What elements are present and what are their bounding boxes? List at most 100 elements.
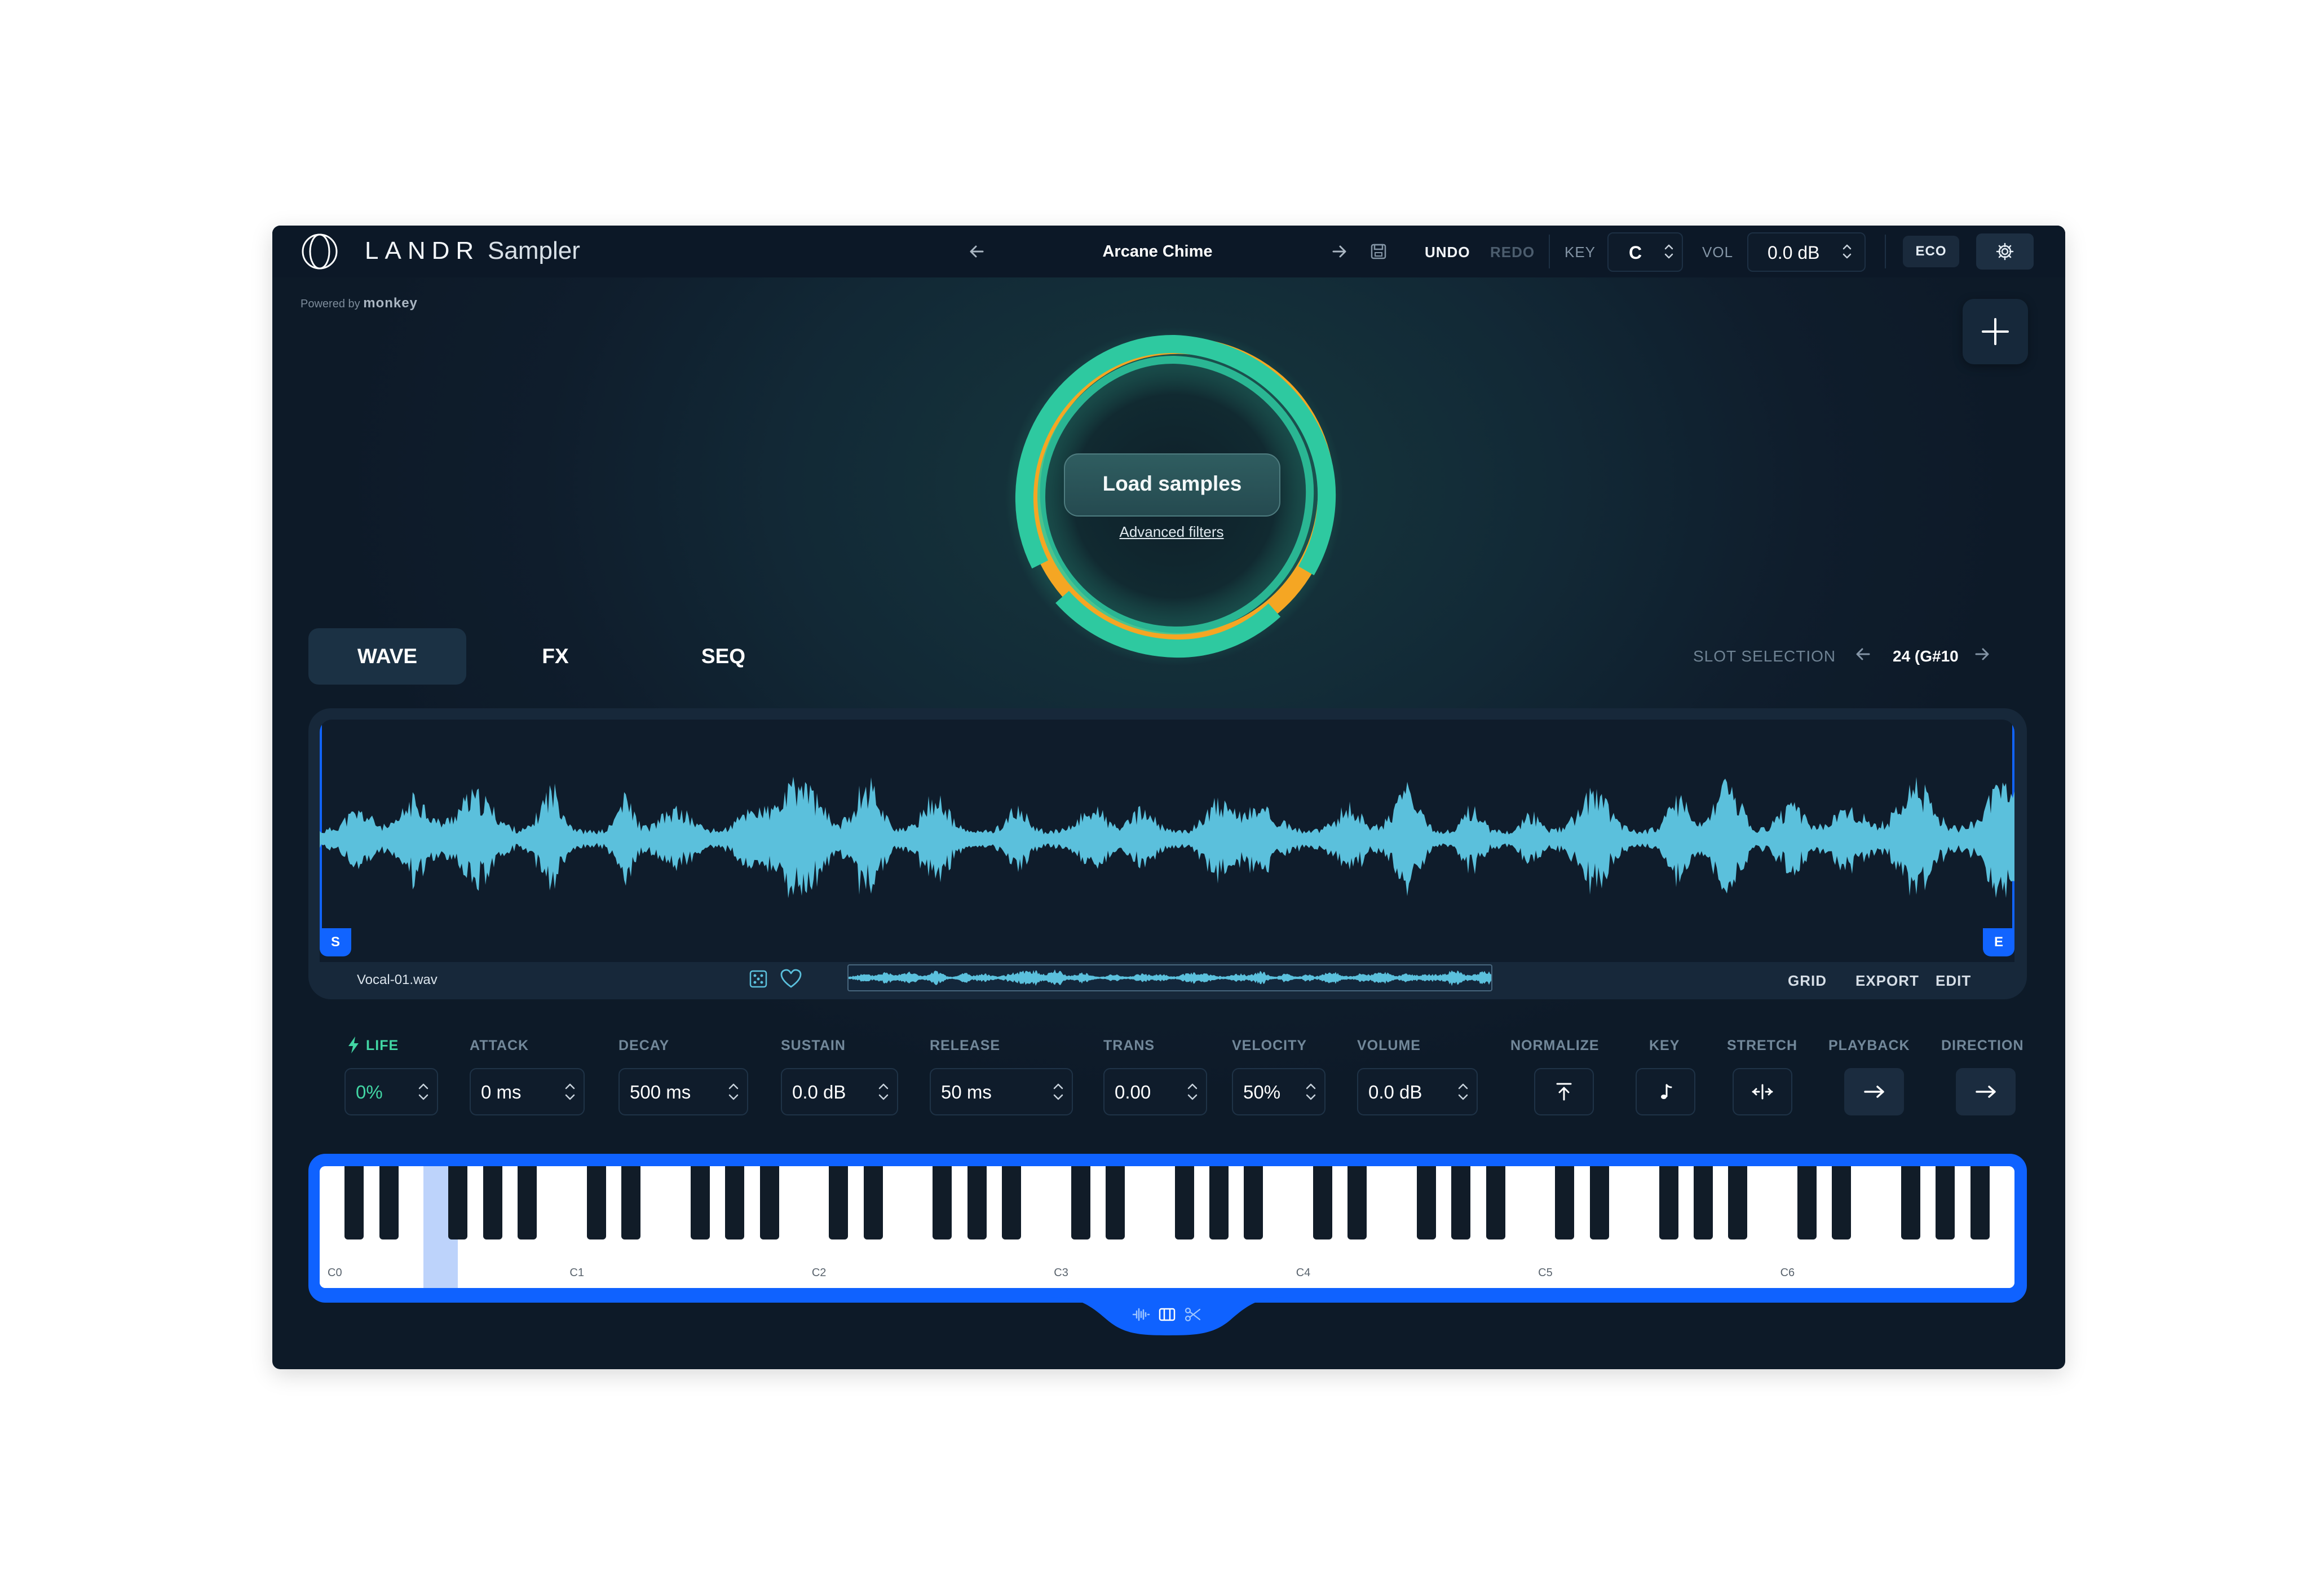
- slot-value[interactable]: 24 (G#10: [1893, 647, 1959, 665]
- tab-seq[interactable]: SEQ: [644, 628, 802, 685]
- topbar-divider: [1549, 235, 1550, 268]
- black-key[interactable]: [864, 1166, 883, 1239]
- tab-fx[interactable]: FX: [476, 628, 634, 685]
- black-key[interactable]: [1244, 1166, 1263, 1239]
- scissors-icon[interactable]: [1183, 1306, 1203, 1323]
- playback-toggle[interactable]: [1844, 1068, 1904, 1115]
- key-value: C: [1629, 242, 1642, 263]
- redo-button[interactable]: REDO: [1490, 244, 1535, 261]
- black-key[interactable]: [379, 1166, 399, 1239]
- black-key[interactable]: [344, 1166, 364, 1239]
- slot-prev-arrow-icon[interactable]: [1851, 642, 1876, 667]
- piano-keyboard[interactable]: C0C1C2C3C4C5C6: [320, 1166, 2014, 1288]
- playback-label: PLAYBACK: [1828, 1038, 1910, 1054]
- black-key[interactable]: [1694, 1166, 1713, 1239]
- black-key[interactable]: [967, 1166, 987, 1239]
- undo-button[interactable]: UNDO: [1425, 244, 1470, 261]
- release-spinner-icon[interactable]: [1051, 1080, 1065, 1103]
- load-samples-button[interactable]: Load samples: [1064, 453, 1280, 517]
- attack-field[interactable]: 0 ms: [470, 1068, 585, 1115]
- black-key[interactable]: [587, 1166, 606, 1239]
- black-key[interactable]: [1417, 1166, 1436, 1239]
- end-marker[interactable]: E: [1983, 928, 2014, 956]
- black-key[interactable]: [621, 1166, 640, 1239]
- waveform-display[interactable]: [320, 720, 2014, 962]
- velocity-field[interactable]: 50%: [1232, 1068, 1326, 1115]
- release-field[interactable]: 50 ms: [930, 1068, 1073, 1115]
- edit-button[interactable]: EDIT: [1936, 972, 1971, 990]
- black-key[interactable]: [1106, 1166, 1125, 1239]
- heart-icon[interactable]: [780, 969, 802, 989]
- start-marker[interactable]: S: [320, 928, 351, 956]
- black-key[interactable]: [1936, 1166, 1955, 1239]
- normalize-toggle[interactable]: [1534, 1068, 1594, 1115]
- landr-logo-icon: [301, 232, 339, 271]
- black-key[interactable]: [1071, 1166, 1090, 1239]
- tab-wave[interactable]: WAVE: [308, 628, 466, 685]
- black-key[interactable]: [1901, 1166, 1920, 1239]
- black-key[interactable]: [760, 1166, 779, 1239]
- keyboard-mode-icon[interactable]: [1157, 1306, 1177, 1323]
- black-key[interactable]: [933, 1166, 952, 1239]
- black-key[interactable]: [1970, 1166, 1990, 1239]
- black-key[interactable]: [1313, 1166, 1332, 1239]
- sustain-field[interactable]: 0.0 dB: [781, 1068, 898, 1115]
- vol-spinner-icon[interactable]: [1841, 241, 1853, 262]
- preset-prev-arrow-icon[interactable]: [965, 239, 989, 264]
- black-key[interactable]: [1451, 1166, 1470, 1239]
- monkey-brand: monkey: [363, 295, 418, 311]
- black-key[interactable]: [448, 1166, 467, 1239]
- settings-button[interactable]: [1976, 233, 2034, 270]
- black-key[interactable]: [1347, 1166, 1367, 1239]
- black-key[interactable]: [1002, 1166, 1021, 1239]
- attack-spinner-icon[interactable]: [563, 1080, 577, 1103]
- black-key[interactable]: [1555, 1166, 1574, 1239]
- black-key[interactable]: [829, 1166, 848, 1239]
- black-key[interactable]: [1832, 1166, 1851, 1239]
- decay-spinner-icon[interactable]: [727, 1080, 740, 1103]
- black-key[interactable]: [1209, 1166, 1229, 1239]
- black-key[interactable]: [1175, 1166, 1194, 1239]
- volume-spinner-icon[interactable]: [1456, 1080, 1470, 1103]
- sustain-value: 0.0 dB: [792, 1082, 846, 1103]
- powered-prefix: Powered by: [301, 298, 360, 310]
- black-key[interactable]: [483, 1166, 502, 1239]
- velocity-spinner-icon[interactable]: [1304, 1080, 1318, 1103]
- decay-field[interactable]: 500 ms: [618, 1068, 748, 1115]
- dice-icon[interactable]: [748, 969, 768, 989]
- save-icon[interactable]: [1366, 239, 1391, 264]
- stretch-toggle[interactable]: [1733, 1068, 1792, 1115]
- black-key[interactable]: [1728, 1166, 1747, 1239]
- preset-name[interactable]: Arcane Chime: [1022, 242, 1293, 261]
- slot-next-arrow-icon[interactable]: [1969, 642, 1994, 667]
- life-field[interactable]: 0%: [344, 1068, 438, 1115]
- waveform-mode-icon[interactable]: [1132, 1306, 1151, 1323]
- lightning-icon: [346, 1035, 361, 1055]
- key-spinner-icon[interactable]: [1663, 241, 1675, 262]
- export-button[interactable]: EXPORT: [1855, 972, 1919, 990]
- sustain-spinner-icon[interactable]: [877, 1080, 890, 1103]
- volume-field[interactable]: 0.0 dB: [1357, 1068, 1478, 1115]
- decay-label: DECAY: [618, 1038, 669, 1054]
- black-key[interactable]: [1590, 1166, 1609, 1239]
- black-key[interactable]: [1659, 1166, 1678, 1239]
- black-key[interactable]: [1486, 1166, 1505, 1239]
- black-key[interactable]: [1797, 1166, 1817, 1239]
- preset-next-arrow-icon[interactable]: [1327, 239, 1351, 264]
- trans-spinner-icon[interactable]: [1186, 1080, 1199, 1103]
- direction-toggle[interactable]: [1956, 1068, 2016, 1115]
- black-key[interactable]: [725, 1166, 744, 1239]
- plus-icon: [1980, 316, 2011, 347]
- waveform-overview[interactable]: [847, 964, 1492, 991]
- advanced-filters-link[interactable]: Advanced filters: [1084, 523, 1259, 541]
- key-selector[interactable]: C: [1607, 232, 1683, 272]
- trans-field[interactable]: 0.00: [1103, 1068, 1207, 1115]
- black-key[interactable]: [691, 1166, 710, 1239]
- key-toggle[interactable]: [1636, 1068, 1695, 1115]
- life-spinner-icon[interactable]: [417, 1080, 430, 1103]
- eco-button[interactable]: ECO: [1903, 236, 1959, 267]
- add-button[interactable]: [1963, 299, 2028, 364]
- grid-button[interactable]: GRID: [1788, 972, 1827, 990]
- black-key[interactable]: [518, 1166, 537, 1239]
- vol-selector[interactable]: 0.0 dB: [1747, 232, 1866, 272]
